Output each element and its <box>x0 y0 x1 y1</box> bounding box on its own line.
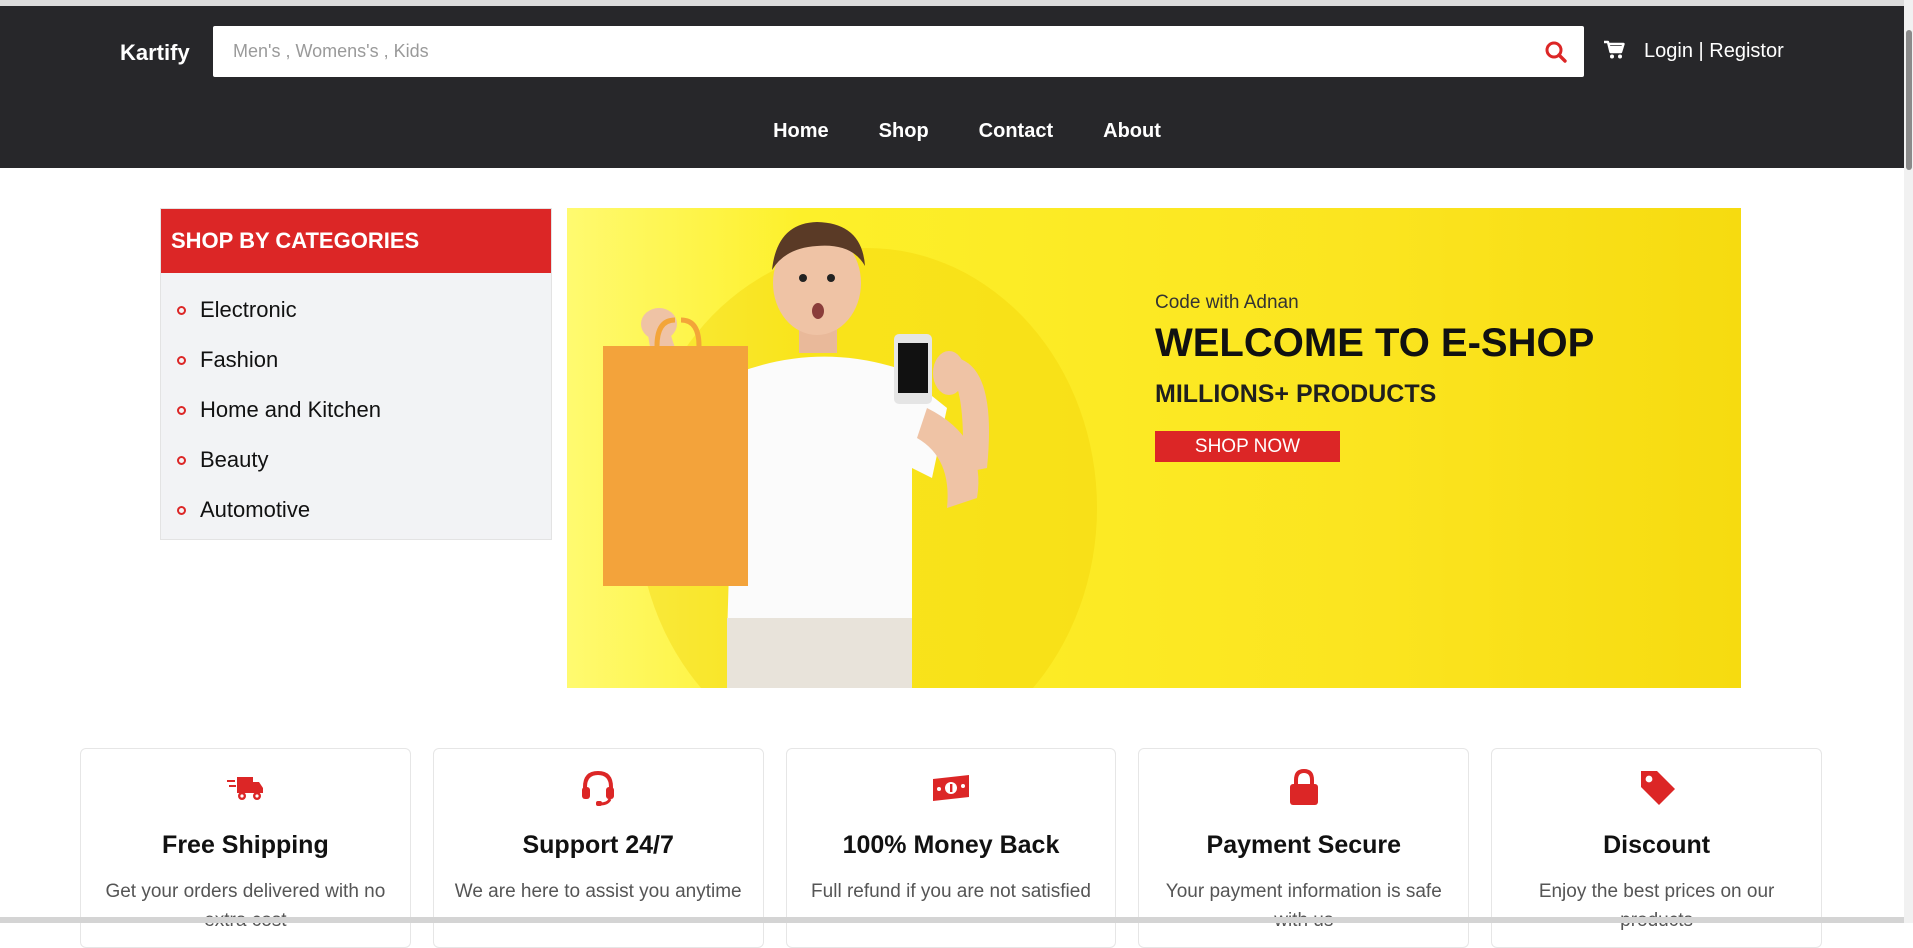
window-bottom-edge <box>0 917 1904 923</box>
truck-icon <box>227 777 264 800</box>
category-label: Beauty <box>200 447 269 472</box>
category-item-home-kitchen[interactable]: Home and Kitchen <box>177 385 551 435</box>
feature-title: Support 24/7 <box>522 831 674 859</box>
feature-text: Get your orders delivered with no extra … <box>105 881 386 931</box>
category-item-electronic[interactable]: Electronic <box>177 285 551 335</box>
nav-about[interactable]: About <box>1103 120 1161 143</box>
tag-icon <box>1640 771 1675 805</box>
circle-bullet-icon <box>177 405 186 415</box>
circle-bullet-icon <box>177 455 186 465</box>
nav-contact[interactable]: Contact <box>979 120 1053 143</box>
categories-panel: SHOP BY CATEGORIES Electronic Fashion Ho… <box>160 208 552 540</box>
nav-shop[interactable]: Shop <box>879 120 929 143</box>
circle-bullet-icon <box>177 305 186 315</box>
feature-title: 100% Money Back <box>842 831 1060 859</box>
category-item-automotive[interactable]: Automotive <box>177 485 551 535</box>
scrollbar-thumb[interactable] <box>1906 30 1912 170</box>
category-item-beauty[interactable]: Beauty <box>177 435 551 485</box>
category-label: Electronic <box>200 297 297 322</box>
feature-title: Payment Secure <box>1206 831 1402 859</box>
category-label: Fashion <box>200 347 279 372</box>
circle-bullet-icon <box>177 505 186 515</box>
lock-icon <box>1289 768 1318 805</box>
category-label: Automotive <box>200 497 311 522</box>
cart-button[interactable] <box>1603 40 1625 65</box>
feature-text: Full refund if you are not satisfied <box>811 881 1091 902</box>
banner-tagline: MILLIONS+ PRODUCTS <box>1155 380 1437 408</box>
nav-home[interactable]: Home <box>773 120 829 143</box>
search-input[interactable] <box>213 26 1528 77</box>
categories-list: Electronic Fashion Home and Kitchen Beau… <box>161 273 551 535</box>
main-nav: Home Shop Contact About <box>0 120 1904 143</box>
feature-text: Enjoy the best prices on our products <box>1538 881 1775 931</box>
money-icon <box>932 775 969 801</box>
cart-icon <box>1604 40 1625 59</box>
brand-logo[interactable]: Kartify <box>120 40 190 66</box>
auth-links: Login | Registor <box>1644 40 1784 63</box>
site-header: Kartify Login | Registor Home Shop Conta… <box>0 6 1904 168</box>
hero-banner: Code with Adnan WELCOME TO E-SHOP MILLIO… <box>567 208 1741 688</box>
hero-model-image <box>603 222 1097 688</box>
login-link[interactable]: Login <box>1644 40 1693 62</box>
banner-title: WELCOME TO E-SHOP <box>1155 321 1595 365</box>
feature-title: Discount <box>1603 831 1711 859</box>
feature-title: Free Shipping <box>162 831 329 859</box>
search-icon <box>1545 41 1567 63</box>
feature-text: Your payment information is safe with us <box>1165 881 1442 931</box>
feature-text: We are here to assist you anytime <box>454 881 742 902</box>
category-label: Home and Kitchen <box>200 397 381 422</box>
banner-subtitle: Code with Adnan <box>1155 292 1299 313</box>
categories-title: SHOP BY CATEGORIES <box>161 209 551 273</box>
search-bar <box>213 26 1584 77</box>
register-link[interactable]: Registor <box>1709 40 1783 62</box>
shop-now-button[interactable]: SHOP NOW <box>1155 431 1340 462</box>
headset-icon <box>582 770 615 806</box>
search-button[interactable] <box>1528 26 1584 77</box>
circle-bullet-icon <box>177 355 186 365</box>
auth-separator: | <box>1692 40 1710 62</box>
category-item-fashion[interactable]: Fashion <box>177 335 551 385</box>
